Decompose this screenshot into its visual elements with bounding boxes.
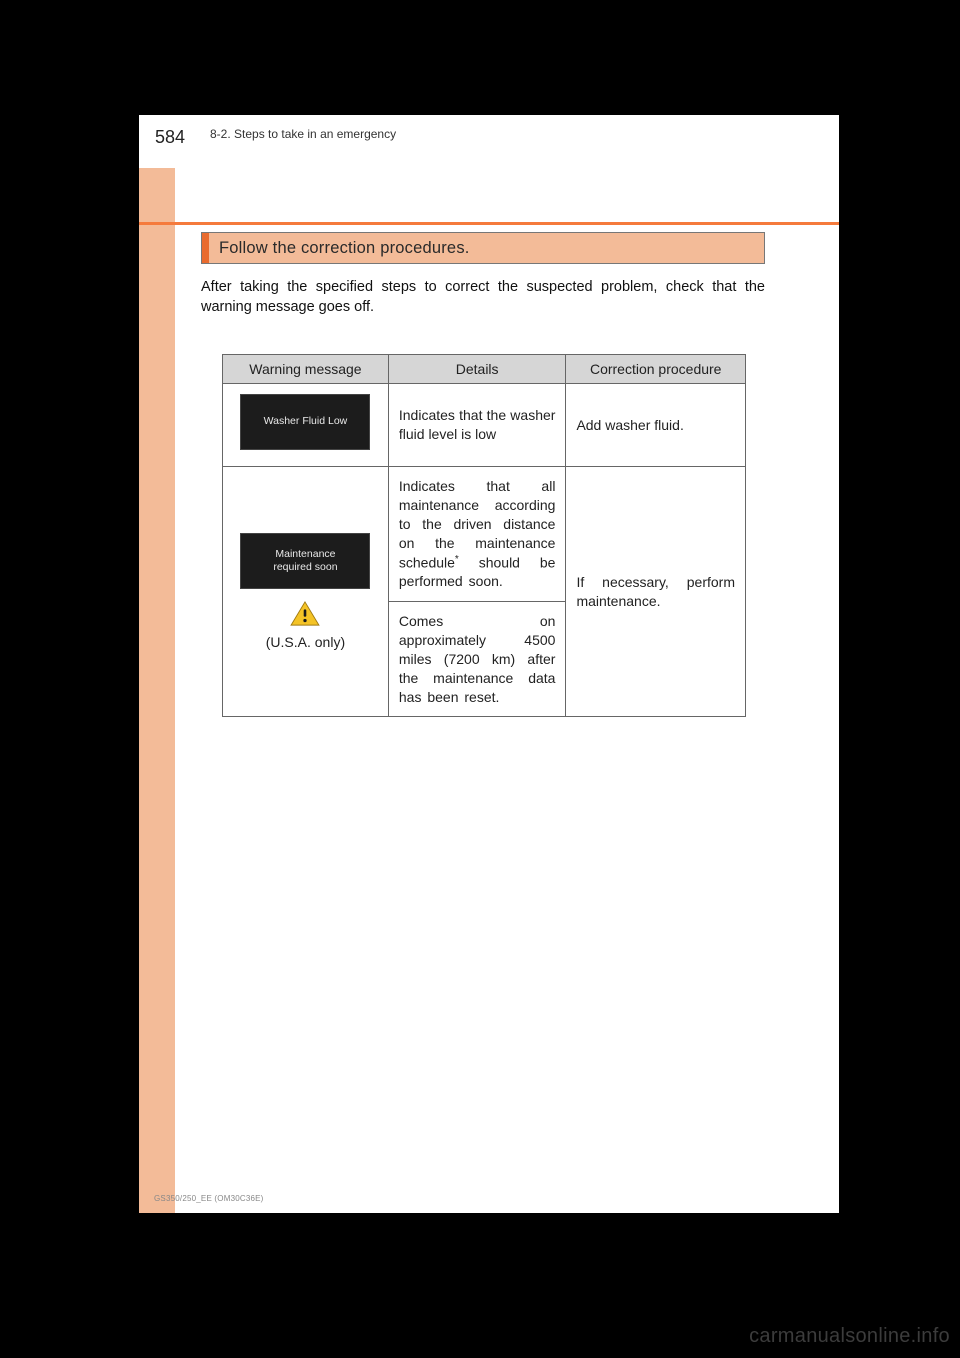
intro-paragraph: After taking the specified steps to corr…: [201, 278, 765, 317]
correction-cell: Add washer fluid.: [566, 384, 746, 467]
section-callout: Follow the correction procedures.: [201, 232, 765, 264]
table-header-row: Warning message Details Correction proce…: [223, 355, 746, 384]
warning-message-cell: Maintenance required soon (U.S.A. only): [223, 467, 389, 717]
table-row: Maintenance required soon (U.S.A. only) …: [223, 467, 746, 602]
header-correction: Correction procedure: [566, 355, 746, 384]
top-rule: [139, 222, 839, 225]
warning-triangle-icon: [290, 601, 320, 627]
details-cell: Comes on approximately 4500 miles (7200 …: [388, 602, 566, 717]
side-color-strip: [139, 168, 175, 1213]
header-details: Details: [388, 355, 566, 384]
header-warning-message: Warning message: [223, 355, 389, 384]
table-row: Washer Fluid Low Indicates that the wash…: [223, 384, 746, 467]
section-breadcrumb: 8-2. Steps to take in an emergency: [210, 127, 396, 141]
watermark: carmanualsonline.info: [749, 1325, 950, 1348]
usa-only-label: (U.S.A. only): [231, 634, 380, 650]
dash-screen-maintenance: Maintenance required soon: [240, 533, 370, 589]
model-code: GS350/250_EE (OM30C36E): [154, 1194, 264, 1203]
details-cell: Indicates that the washer fluid level is…: [388, 384, 566, 467]
callout-title: Follow the correction procedures.: [219, 239, 470, 258]
callout-accent-bar: [202, 233, 209, 263]
warning-message-cell: Washer Fluid Low: [223, 384, 389, 467]
correction-cell: If necessary, perform maintenance.: [566, 467, 746, 717]
page-number: 584: [155, 127, 185, 148]
warning-table: Warning message Details Correction proce…: [222, 354, 746, 717]
details-cell: Indicates that all maintenance according…: [388, 467, 566, 602]
dash-screen-washer-low: Washer Fluid Low: [240, 394, 370, 450]
